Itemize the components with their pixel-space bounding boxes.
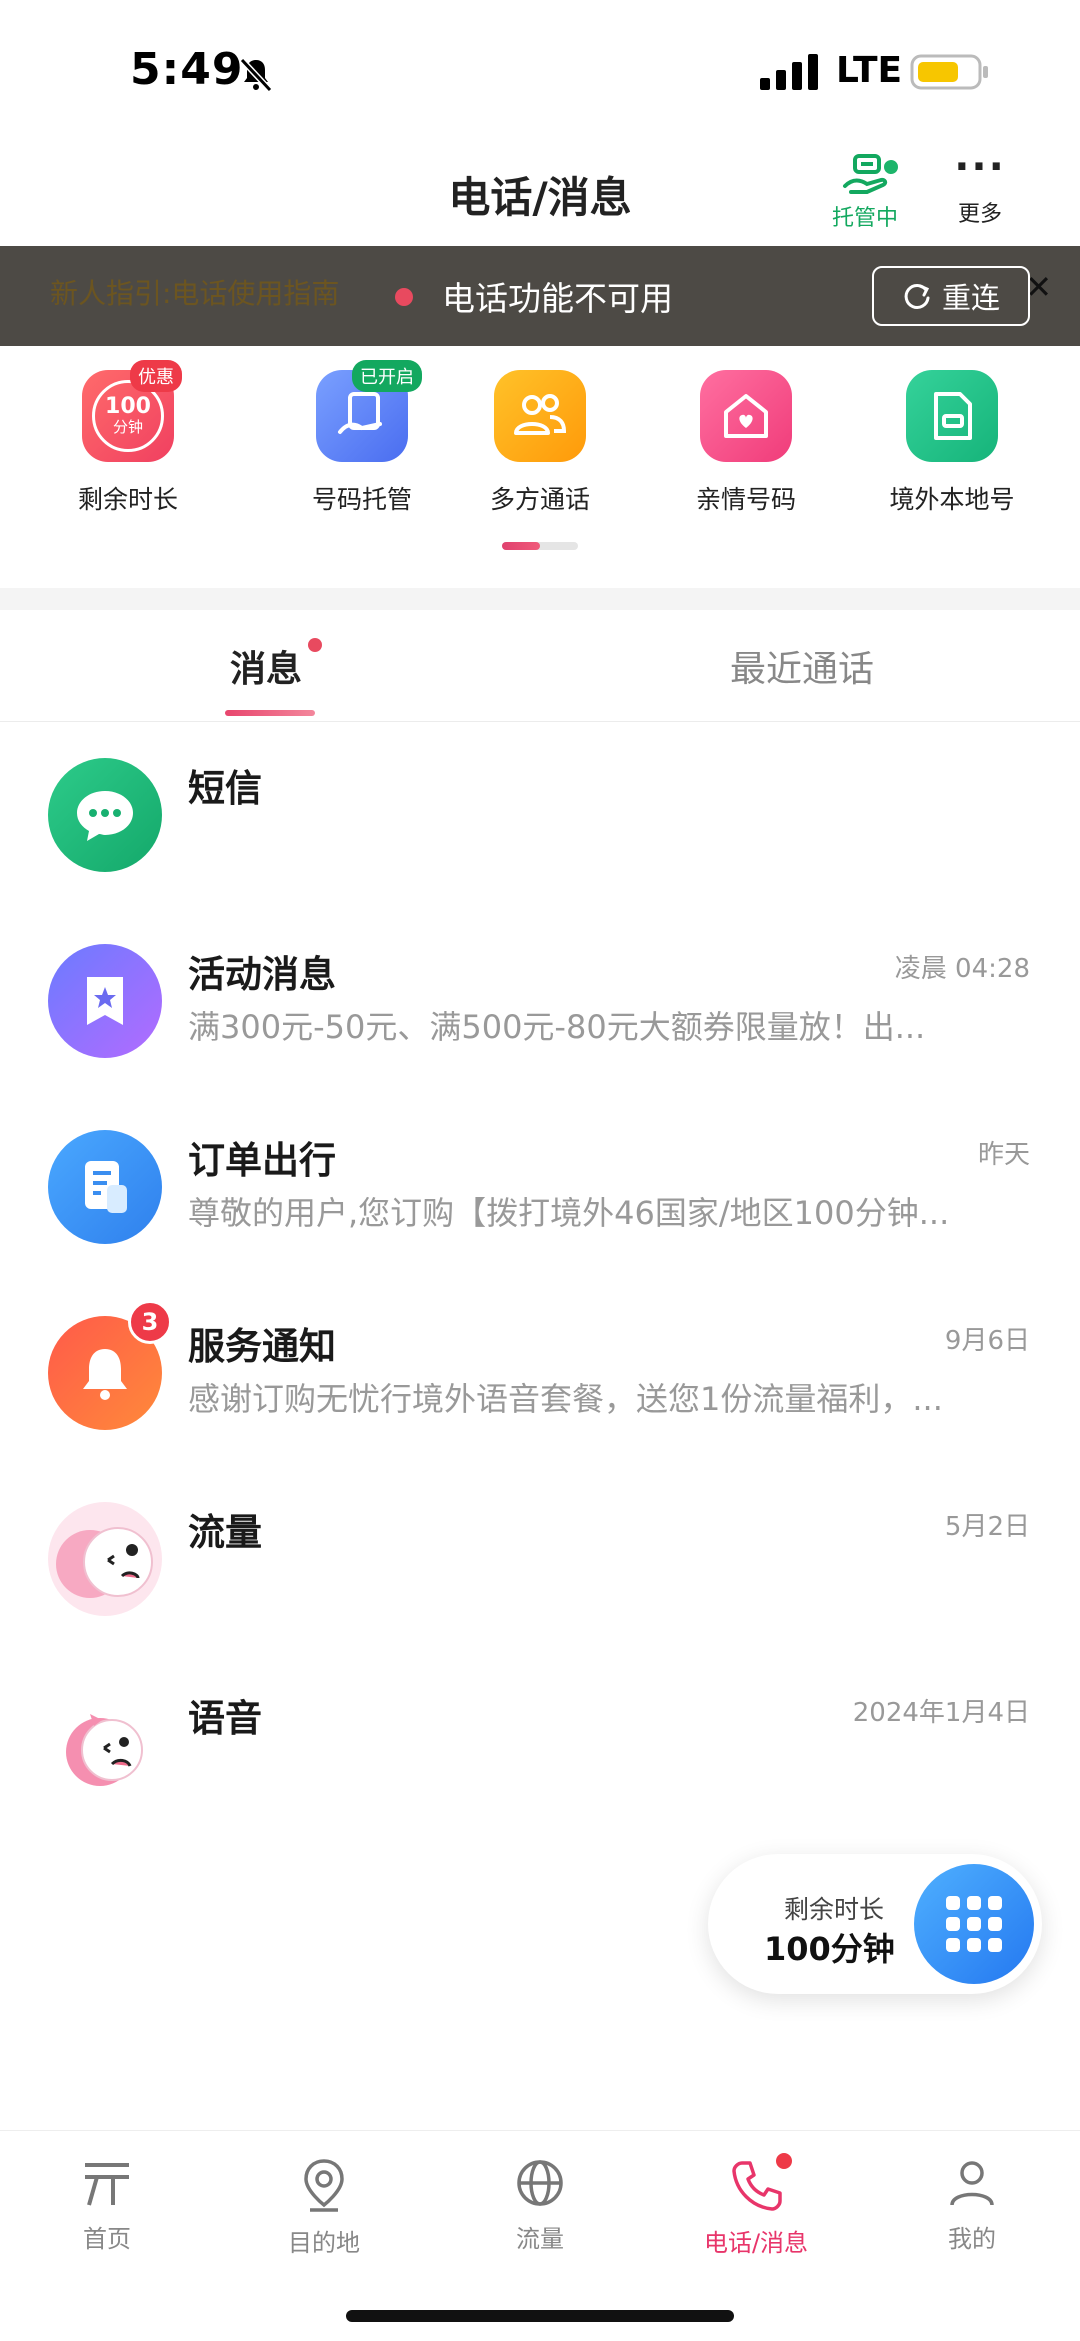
- tab-messages[interactable]: 消息: [230, 640, 302, 692]
- message-preview: 尊敬的用户,您订购【拨打境外46国家/地区100分钟...: [188, 1194, 950, 1232]
- page-title: 电话/消息: [448, 173, 632, 222]
- message-title: 流量: [188, 1511, 262, 1554]
- nav-label: 目的地: [288, 2229, 360, 2257]
- message-title: 活动消息: [188, 953, 336, 996]
- cellular-signal-icon: [760, 54, 818, 90]
- refresh-icon: [904, 283, 930, 309]
- hosting-status-button[interactable]: 托管中: [820, 150, 910, 240]
- message-title: 服务通知: [188, 1325, 336, 1368]
- nav-data[interactable]: 流量: [450, 2157, 630, 2254]
- message-time: 2024年1月4日: [852, 1698, 1030, 1728]
- nav-label: 首页: [83, 2225, 131, 2253]
- mascot-data-icon: [48, 1502, 162, 1616]
- hosting-active-dot: [882, 158, 900, 176]
- user-icon: [950, 2161, 994, 2206]
- error-status-dot: [395, 288, 413, 306]
- bell-muted-icon: [239, 57, 273, 93]
- message-title: 订单出行: [188, 1139, 336, 1182]
- quick-action-local-number[interactable]: 境外本地号: [872, 370, 1032, 516]
- nav-phone-messages[interactable]: 电话/消息: [666, 2151, 846, 2258]
- reconnect-label: 重连: [941, 281, 1000, 315]
- home-indicator: [346, 2310, 734, 2322]
- multi-call-icon: [494, 370, 586, 462]
- message-preview: 感谢订购无忧行境外语音套餐，送您1份流量福利，...: [188, 1380, 943, 1418]
- message-time: 9月6日: [944, 1326, 1030, 1356]
- nav-profile[interactable]: 我的: [882, 2157, 1062, 2254]
- section-divider: [0, 588, 1080, 610]
- quick-action-label: 亲情号码: [695, 485, 796, 514]
- page-header: 电话/消息 托管中 ··· 更多: [0, 140, 1080, 246]
- dialpad-icon: [946, 1896, 1002, 1952]
- tab-bar: 消息 最近通话: [0, 610, 1080, 722]
- list-item[interactable]: 活动消息 凌晨 04:28 满300元-50元、满500元-80元大额券限量放！…: [0, 920, 1080, 1106]
- list-item[interactable]: 语音 2024年1月4日: [0, 1664, 1080, 1850]
- sim-card-icon: [906, 370, 998, 462]
- message-title: 语音: [188, 1697, 262, 1740]
- nav-label: 流量: [516, 2225, 564, 2253]
- remaining-time-value: 100分钟: [764, 1930, 895, 1968]
- unread-count-badge: 3: [128, 1300, 172, 1344]
- quick-actions: 100 分钟 优惠 剩余时长 已开启 号码托管 多方通话 亲情号码 境外本地号: [0, 346, 1080, 588]
- home-logo-icon: [85, 2163, 129, 2206]
- call-unavailable-text: 电话功能不可用: [442, 279, 673, 318]
- hosting-label: 托管中: [831, 206, 898, 231]
- tab-recent-calls[interactable]: 最近通话: [730, 640, 874, 692]
- quick-action-multi-call[interactable]: 多方通话: [460, 370, 620, 516]
- network-type: LTE: [836, 50, 903, 91]
- more-dots-icon: ···: [954, 144, 1006, 190]
- bookmark-star-icon: [48, 944, 162, 1058]
- connection-status-banner: 新人指引:电话使用指南 ✕ 电话功能不可用 重连: [0, 246, 1080, 346]
- message-title: 短信: [188, 767, 262, 810]
- quick-action-remaining-time[interactable]: 100 分钟 优惠 剩余时长: [48, 360, 208, 516]
- quick-action-label: 剩余时长: [77, 485, 178, 514]
- message-time: 昨天: [977, 1140, 1030, 1170]
- quick-action-family-number[interactable]: 亲情号码: [666, 370, 826, 516]
- globe-icon: [517, 2160, 563, 2206]
- order-document-icon: [48, 1130, 162, 1244]
- quick-action-number-hosting[interactable]: 已开启 号码托管: [282, 360, 442, 516]
- location-pin-icon: [304, 2159, 344, 2212]
- list-item[interactable]: 流量 5月2日: [0, 1478, 1080, 1664]
- active-tab-indicator: [225, 710, 315, 716]
- page-indicator: [502, 542, 578, 550]
- list-item[interactable]: 3 服务通知 9月6日 感谢订购无忧行境外语音套餐，送您1份流量福利，...: [0, 1292, 1080, 1478]
- status-time: 5:49: [130, 44, 244, 95]
- dialpad-button[interactable]: [914, 1864, 1034, 1984]
- nav-label: 电话/消息: [703, 2229, 809, 2257]
- list-item[interactable]: 订单出行 昨天 尊敬的用户,您订购【拨打境外46国家/地区100分钟...: [0, 1106, 1080, 1292]
- more-label: 更多: [957, 202, 1002, 227]
- status-bar: 5:49 LTE: [0, 0, 1080, 140]
- unread-dot: [308, 638, 322, 652]
- sms-chat-icon: [48, 758, 162, 872]
- remaining-time-label: 剩余时长: [784, 1895, 885, 1924]
- quick-action-label: 号码托管: [311, 485, 412, 514]
- nav-destination[interactable]: 目的地: [234, 2157, 414, 2258]
- mascot-voice-icon: [48, 1688, 162, 1802]
- nav-unread-dot: [774, 2151, 794, 2171]
- battery-icon: [910, 54, 988, 90]
- timer-icon: 100 分钟 优惠: [82, 360, 182, 462]
- nav-home[interactable]: 首页: [17, 2157, 197, 2254]
- enabled-badge: 已开启: [352, 360, 422, 392]
- family-number-icon: [700, 370, 792, 462]
- hosting-phone-icon: 已开启: [316, 360, 422, 462]
- reconnect-button[interactable]: 重连: [872, 266, 1030, 326]
- message-time: 凌晨 04:28: [894, 954, 1030, 984]
- more-button[interactable]: ··· 更多: [940, 144, 1020, 240]
- quick-action-label: 境外本地号: [889, 485, 1015, 514]
- remaining-time-widget[interactable]: 剩余时长 100分钟: [708, 1854, 1042, 1994]
- message-preview: 满300元-50元、满500元-80元大额券限量放！出...: [188, 1008, 926, 1046]
- list-item[interactable]: 短信: [0, 734, 1080, 920]
- nav-label: 我的: [948, 2225, 996, 2253]
- discount-badge: 优惠: [130, 360, 182, 392]
- newbie-guide-link[interactable]: 新人指引:电话使用指南: [50, 272, 339, 312]
- quick-action-label: 多方通话: [489, 485, 590, 514]
- message-time: 5月2日: [944, 1512, 1030, 1542]
